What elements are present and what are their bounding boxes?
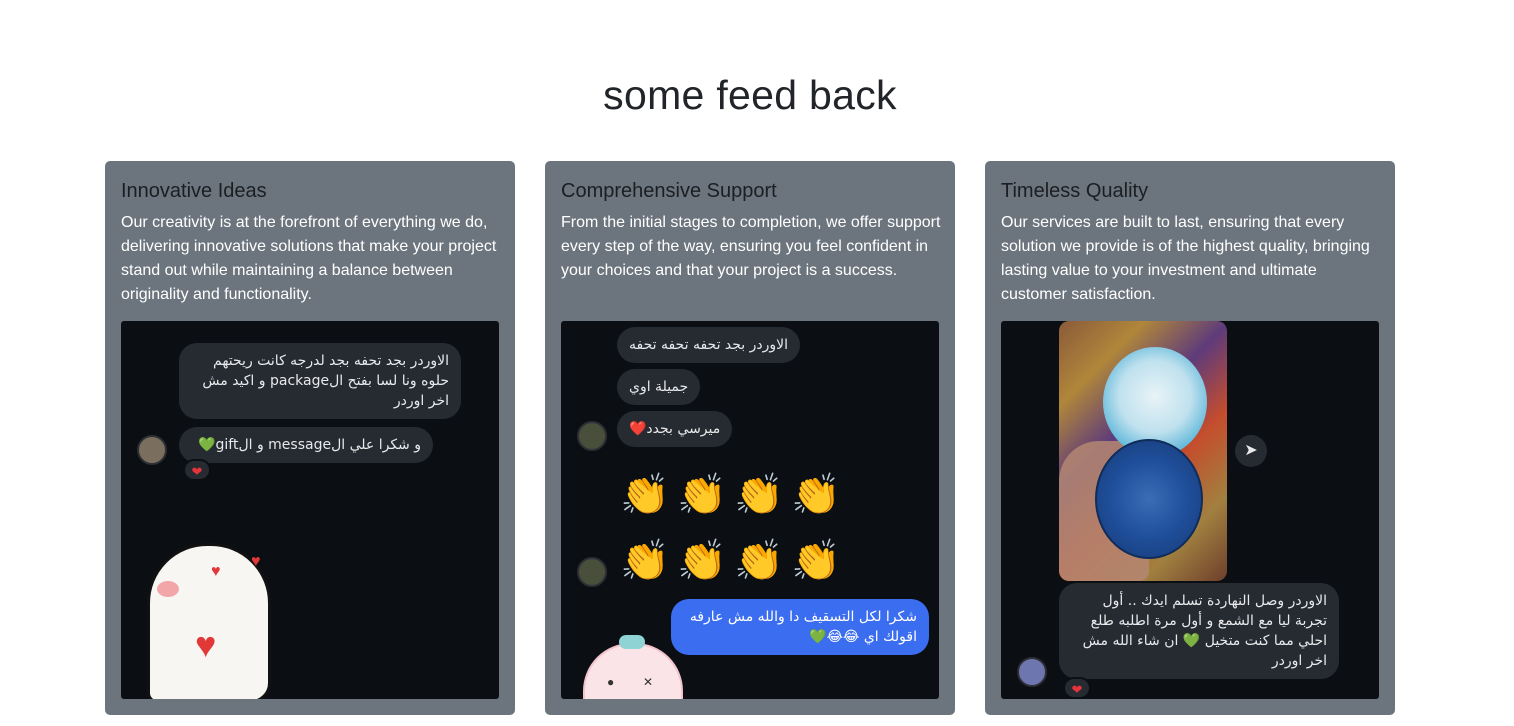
message-bubble: و شكرا علي الmessage و الgift💚: [179, 427, 433, 463]
heart-reaction-icon: ❤: [183, 459, 211, 481]
feedback-card-timeless-quality: Timeless Quality Our services are built …: [985, 161, 1395, 715]
message-bubble: الاوردر وصل النهاردة تسلم ايدك .. أول تج…: [1059, 583, 1339, 679]
clap-emoji-grid: 👏 👏 👏 👏 👏 👏 👏 👏: [617, 467, 844, 589]
avatar: [577, 557, 607, 587]
feedback-screenshot: الاوردر بجد تحفه بجد لدرجه كانت ريحتهم ح…: [121, 321, 499, 699]
sticker-image: ♥ ♥ ♥: [147, 535, 277, 699]
clap-icon: 👏: [620, 538, 670, 584]
feedback-screenshot: الاوردر بجد تحفه تحفه تحفه جميلة اوي مير…: [561, 321, 939, 699]
clap-icon: 👏: [791, 538, 841, 584]
message-bubble: جميلة اوي: [617, 369, 701, 405]
card-title: Timeless Quality: [1001, 180, 1149, 202]
message-bubble-sent: شكرا لكل التسقيف دا والله مش عارفه اقولك…: [671, 599, 929, 655]
avatar: [1017, 657, 1047, 687]
card-text: From the initial stages to completion, w…: [561, 214, 941, 279]
message-bubble: الاوردر بجد تحفه بجد لدرجه كانت ريحتهم ح…: [179, 343, 461, 419]
clap-icon: 👏: [620, 472, 670, 518]
message-bubble: ميرسي بجدد❤️: [617, 411, 733, 447]
cat-sticker-image: ● ✕: [579, 631, 689, 699]
heart-reaction-icon: ❤: [1063, 677, 1091, 699]
send-icon[interactable]: ➤: [1235, 435, 1267, 467]
card-text: Our creativity is at the forefront of ev…: [121, 214, 497, 303]
feedback-screenshot: ➤ الاوردر وصل النهاردة تسلم ايدك .. أول …: [1001, 321, 1379, 699]
card-text: Our services are built to last, ensuring…: [1001, 214, 1370, 303]
feedback-card-innovative-ideas: Innovative Ideas Our creativity is at th…: [105, 161, 515, 715]
card-title: Innovative Ideas: [121, 180, 267, 202]
clap-icon: 👏: [677, 538, 727, 584]
feedback-card-comprehensive-support: Comprehensive Support From the initial s…: [545, 161, 955, 715]
clap-icon: 👏: [734, 538, 784, 584]
candle-photo: [1059, 321, 1227, 581]
clap-icon: 👏: [677, 472, 727, 518]
avatar: [577, 421, 607, 451]
avatar: [137, 435, 167, 465]
message-bubble: الاوردر بجد تحفه تحفه تحفه: [617, 327, 801, 363]
section-title: some feed back: [603, 72, 897, 118]
card-title: Comprehensive Support: [561, 180, 777, 202]
clap-icon: 👏: [791, 472, 841, 518]
clap-icon: 👏: [734, 472, 784, 518]
